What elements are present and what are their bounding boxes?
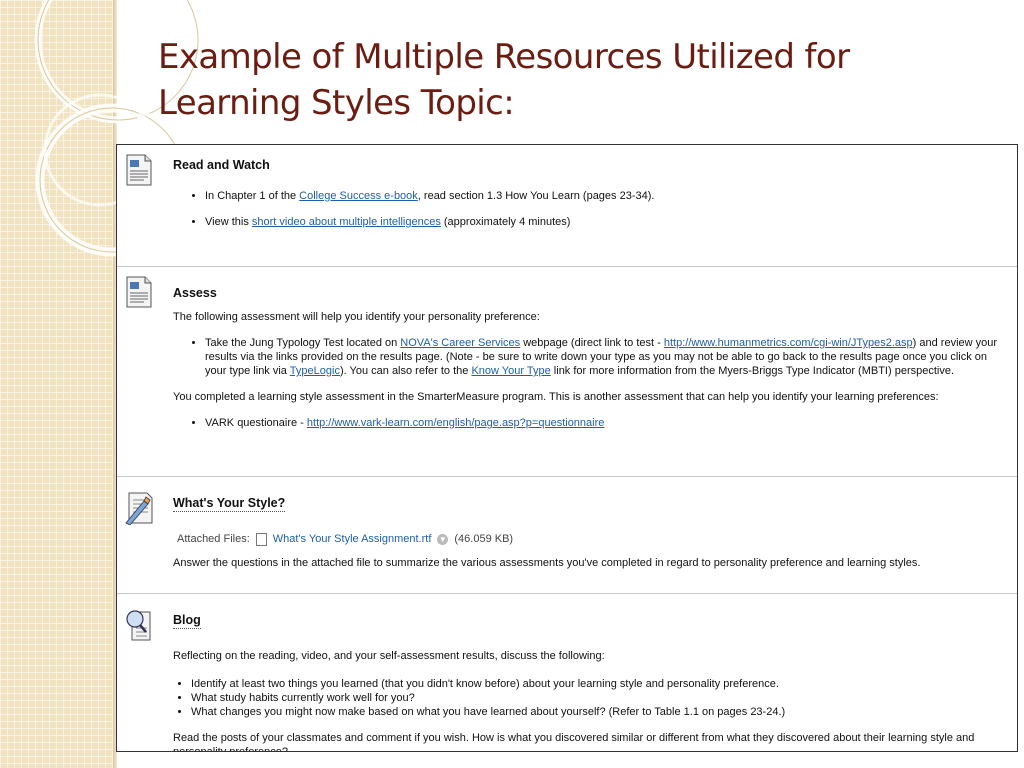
content-item-blog: Blog Reflecting on the reading, video, a… [117,594,1017,751]
list-item: VARK questionaire - http://www.vark-lear… [205,416,1011,430]
item-title[interactable]: What's Your Style? [173,496,286,512]
bullet-list: Take the Jung Typology Test located on N… [173,336,1011,378]
text: (approximately 4 minutes) [440,216,571,228]
item-title[interactable]: Read and Watch [173,158,1011,172]
text: , read section 1.3 How You Learn (pages … [417,190,655,202]
text: webpage (direct link to test - [520,337,664,349]
item-title[interactable]: Assess [173,286,1011,300]
attached-files: Attached Files: What's Your Style Assign… [177,532,1011,546]
list-item: What changes you might now make based on… [191,705,1011,719]
decorative-side-strip [0,0,113,768]
know-your-type-link[interactable]: Know Your Type [471,365,550,377]
attached-file-link[interactable]: What's Your Style Assignment.rtf [273,532,432,546]
list-item: In Chapter 1 of the College Success e-bo… [205,189,1011,203]
list-item: What study habits currently work well fo… [191,691,1011,705]
blog-closing: Read the posts of your classmates and co… [173,732,975,752]
file-size: (46.059 KB) [454,533,514,545]
bullet-list: Identify at least two things you learned… [173,677,1011,719]
text: View this [205,216,252,228]
list-item: Take the Jung Typology Test located on N… [205,336,1011,378]
assess-paragraph: You completed a learning style assessmen… [173,391,939,403]
text: ). You can also refer to the [339,365,472,377]
nova-career-services-link[interactable]: NOVA's Career Services [400,337,520,349]
assignment-description: Answer the questions in the attached fil… [173,557,921,569]
slide-title: Example of Multiple Resources Utilized f… [158,37,850,123]
typelogic-link[interactable]: TypeLogic [290,365,340,377]
content-item-read-and-watch: Read and Watch In Chapter 1 of the Colle… [117,145,1017,267]
bullet-list: VARK questionaire - http://www.vark-lear… [173,416,1011,430]
video-link[interactable]: short video about multiple intelligences [252,216,441,228]
text: Take the Jung Typology Test located on [205,337,401,349]
document-icon [126,154,152,186]
text: In Chapter 1 of the [205,190,300,202]
humanmetrics-link[interactable]: http://www.humanmetrics.com/cgi-win/JTyp… [664,337,913,349]
content-item-whats-your-style: What's Your Style? Attached Files: What'… [117,477,1017,594]
assignment-icon [125,492,153,525]
blog-intro: Reflecting on the reading, video, and yo… [173,650,605,662]
list-item: Identify at least two things you learned… [191,677,1011,691]
document-icon [126,276,152,308]
assess-intro: The following assessment will help you i… [173,311,540,323]
content-item-assess: Assess The following assessment will hel… [117,267,1017,477]
vark-link[interactable]: http://www.vark-learn.com/english/page.a… [307,417,604,429]
list-item: View this short video about multiple int… [205,215,1011,229]
file-icon [255,532,267,546]
attached-files-label: Attached Files: [177,533,250,545]
text: VARK questionaire - [205,417,307,429]
blog-icon [126,610,151,641]
college-success-ebook-link[interactable]: College Success e-book [299,190,418,202]
item-title[interactable]: Blog [173,613,201,629]
text: link for more information from the Myers… [550,365,955,377]
file-options-icon[interactable]: ▼ [437,533,449,545]
bullet-list: In Chapter 1 of the College Success e-bo… [173,189,1011,229]
course-content-panel: Read and Watch In Chapter 1 of the Colle… [116,144,1018,752]
